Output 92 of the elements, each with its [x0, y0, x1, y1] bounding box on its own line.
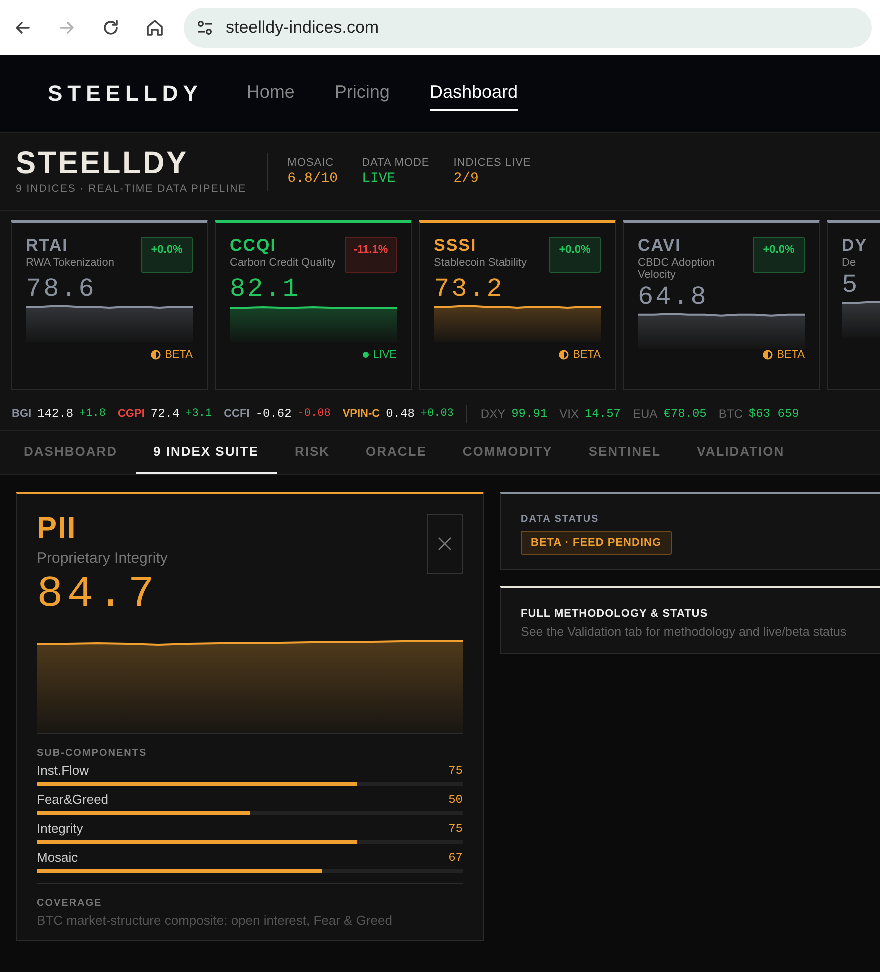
tab[interactable]: COMMODITY — [444, 431, 571, 474]
change-badge: +0.0% — [753, 237, 805, 273]
index-card[interactable]: RTAI RWA Tokenization +0.0% 78.6 BETA — [11, 220, 208, 390]
index-name: CBDC Adoption Velocity — [638, 257, 716, 281]
index-code: SSSI — [434, 237, 478, 254]
index-code: PII — [37, 514, 78, 544]
tab[interactable]: SENTINEL — [570, 431, 680, 474]
tab[interactable]: VALIDATION — [679, 431, 803, 474]
market-label: DXY — [480, 407, 506, 421]
nav-link[interactable]: Pricing — [334, 76, 390, 111]
subcomponent-name: Integrity — [37, 821, 84, 836]
index-value: 5 — [842, 270, 861, 300]
market-label: EUA — [632, 407, 658, 421]
stat-value: LIVE — [362, 170, 397, 186]
site-logo[interactable]: STEELLDY — [48, 80, 203, 106]
status-badge: BETA · FEED PENDING — [521, 531, 672, 555]
status-label: LIVE — [373, 349, 397, 361]
change-badge: +0.0% — [141, 237, 193, 273]
ticker-change: +1.8 — [80, 408, 106, 420]
ticker-value: 72.4 — [150, 407, 180, 421]
ticker-value: -0.62 — [256, 407, 292, 421]
close-icon — [438, 537, 452, 551]
status-label: BETA — [165, 349, 193, 361]
ticker-code: VPIN-C — [342, 408, 380, 420]
live-dot-icon — [363, 352, 370, 358]
index-value: 73.2 — [434, 274, 506, 304]
index-name: Proprietary Integrity — [37, 550, 168, 567]
index-value: 82.1 — [230, 274, 302, 304]
index-code: RTAI — [26, 237, 70, 254]
ticker-change: +3.1 — [186, 408, 212, 420]
ticker-change: -0.08 — [298, 408, 331, 420]
index-card[interactable]: CAVI CBDC Adoption Velocity +0.0% 64.8 BETA — [623, 220, 820, 390]
card-heading: DATA STATUS — [521, 514, 600, 525]
half-circle-icon — [151, 350, 162, 360]
index-name: De — [842, 257, 858, 269]
stat-label: MOSAIC — [288, 156, 336, 168]
index-value: 84.7 — [37, 570, 160, 620]
ticker-code: BGI — [12, 408, 32, 420]
card-heading: FULL METHODOLOGY & STATUS — [521, 608, 710, 620]
section-heading: COVERAGE — [37, 898, 104, 909]
market-value: 99.91 — [512, 407, 548, 421]
brand-title: STEELLDY — [16, 148, 190, 180]
market-value: €78.05 — [664, 407, 707, 421]
tab[interactable]: ORACLE — [348, 431, 445, 474]
index-name: Stablecoin Stability — [434, 257, 528, 269]
tab[interactable]: DASHBOARD — [6, 431, 136, 474]
index-name: RWA Tokenization — [26, 257, 116, 269]
subcomponent-name: Mosaic — [37, 850, 78, 865]
subcomponent-name: Inst.Flow — [37, 763, 90, 778]
index-card[interactable]: DY De 5 — [827, 220, 880, 390]
index-card[interactable]: CCQI Carbon Credit Quality -11.1% 82.1 LIVE — [215, 220, 412, 390]
tab[interactable]: 9 INDEX SUITE — [136, 431, 277, 474]
change-badge: -11.1% — [345, 237, 397, 273]
market-value: 14.57 — [584, 407, 621, 421]
status-label: BETA — [777, 349, 805, 361]
ticker-code: CCFI — [224, 408, 250, 420]
ticker-change: +0.03 — [420, 408, 454, 420]
subcomponent-value: 75 — [448, 764, 463, 778]
change-badge: +0.0% — [549, 237, 601, 273]
brand-subtitle: 9 INDICES · REAL-TIME DATA PIPELINE — [16, 182, 247, 194]
stat-label: DATA MODE — [362, 156, 430, 168]
coverage-text: BTC market-structure composite: open interest, Fear & Greed — [37, 913, 394, 928]
index-value: 78.6 — [26, 274, 98, 304]
index-card[interactable]: SSSI Stablecoin Stability +0.0% 73.2 BETA — [419, 220, 616, 390]
site-settings-icon[interactable] — [196, 18, 214, 36]
url-text[interactable]: steelldy-indices.com — [226, 18, 380, 38]
subcomponent-value: 75 — [448, 822, 463, 836]
index-name: Carbon Credit Quality — [230, 257, 337, 269]
ticker-value: 0.48 — [386, 407, 415, 421]
ticker-value: 142.8 — [38, 407, 74, 421]
market-label: BTC — [718, 407, 743, 421]
market-label: VIX — [560, 407, 579, 421]
subcomponent-value: 67 — [448, 851, 463, 865]
market-value: $63 659 — [748, 407, 800, 421]
index-code: DY — [842, 237, 869, 254]
status-label: BETA — [573, 349, 601, 361]
methodology-text: See the Validation tab for methodology and live/beta status — [521, 625, 848, 639]
half-circle-icon — [559, 350, 570, 360]
section-heading: SUB-COMPONENTS — [37, 748, 148, 759]
ticker-code: CGPI — [118, 408, 145, 420]
subcomponent-name: Fear&Greed — [37, 792, 109, 807]
index-code: CAVI — [638, 237, 682, 254]
subcomponent-value: 50 — [448, 793, 463, 807]
nav-link[interactable]: Dashboard — [430, 76, 518, 111]
stat-label: INDICES LIVE — [454, 156, 532, 168]
nav-link[interactable]: Home — [246, 76, 295, 111]
half-circle-icon — [763, 350, 774, 360]
tab[interactable]: RISK — [276, 431, 348, 474]
stat-value: 6.8/10 — [288, 170, 338, 186]
index-value: 64.8 — [638, 282, 710, 312]
stat-value: 2/9 — [454, 170, 480, 186]
index-code: CCQI — [230, 237, 278, 254]
